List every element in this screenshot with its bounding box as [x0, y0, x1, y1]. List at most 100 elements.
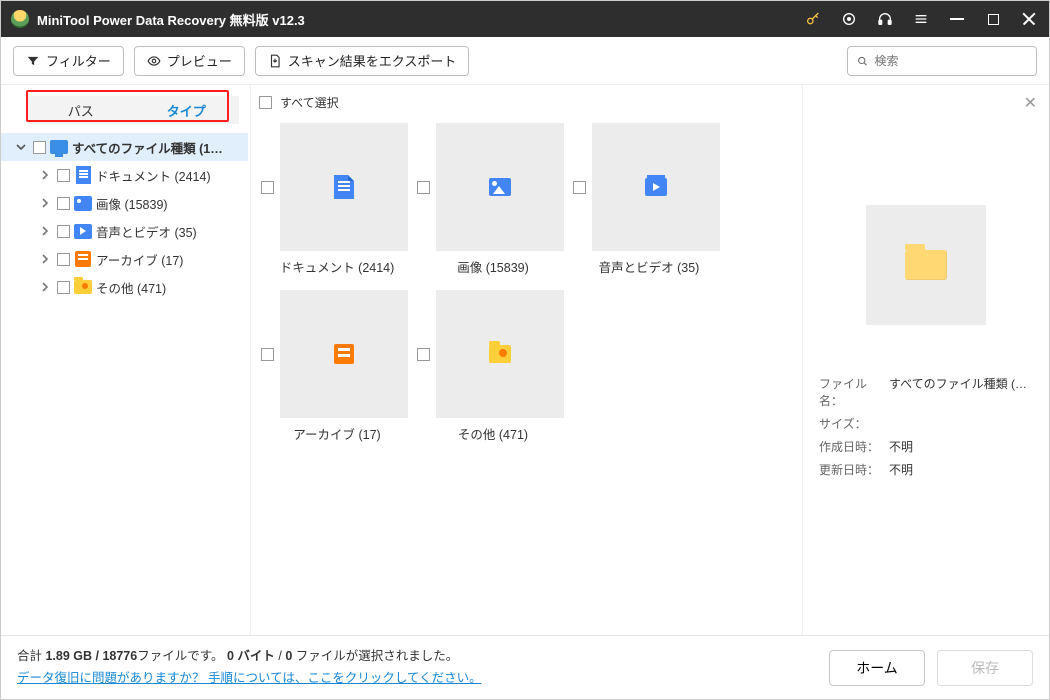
- chevron-right-icon[interactable]: [37, 282, 53, 292]
- tabs: パス タイプ: [27, 95, 240, 125]
- checkbox[interactable]: [57, 281, 70, 294]
- summary-line: 合計 1.89 GB / 18776ファイルです。 0 バイト / 0 ファイル…: [17, 646, 482, 667]
- app-title: MiniTool Power Data Recovery 無料版 v12.3: [37, 10, 305, 29]
- created-value: 不明: [889, 438, 913, 455]
- titlebar: MiniTool Power Data Recovery 無料版 v12.3: [1, 1, 1049, 37]
- tree-root[interactable]: すべてのファイル種類 (1…: [1, 133, 248, 161]
- key-icon[interactable]: [799, 1, 827, 37]
- archive-icon: [334, 344, 354, 364]
- help-link[interactable]: データ復旧に問題がありますか？ 手順については、ここをクリックしてください。: [17, 668, 482, 689]
- checkbox[interactable]: [417, 348, 430, 361]
- search-input[interactable]: [875, 54, 1029, 68]
- thumb: [280, 123, 408, 251]
- home-button[interactable]: ホーム: [829, 650, 925, 686]
- av-icon: [74, 224, 92, 239]
- updated-value: 不明: [889, 461, 913, 478]
- tab-path[interactable]: パス: [28, 96, 134, 124]
- folder-icon: [905, 250, 947, 280]
- select-all-label: すべて選択: [280, 94, 339, 111]
- search-icon: [856, 54, 869, 68]
- tab-type[interactable]: タイプ: [134, 96, 240, 124]
- chevron-right-icon[interactable]: [37, 226, 53, 236]
- preview-button[interactable]: プレビュー: [134, 46, 245, 76]
- preview-pane: ✕ ファイル名： すべてのファイル種類 (18776 サイズ： 作成日時： 不明…: [803, 85, 1049, 635]
- tree-item-documents[interactable]: ドキュメント (2414): [1, 161, 248, 189]
- av-icon: [645, 178, 667, 196]
- card-label: ドキュメント (2414): [261, 257, 413, 276]
- tree-root-label: すべてのファイル種類 (1…: [72, 138, 223, 157]
- select-all-checkbox[interactable]: [259, 96, 272, 109]
- chevron-right-icon[interactable]: [37, 170, 53, 180]
- search-box[interactable]: [847, 46, 1037, 76]
- monitor-icon: [50, 140, 68, 154]
- card-label: アーカイブ (17): [261, 424, 413, 443]
- sidebar: パス タイプ すべてのファイル種類 (1… ドキュメント (2414) 画像 (…: [1, 85, 251, 635]
- disc-icon[interactable]: [835, 1, 863, 37]
- document-icon: [76, 166, 91, 184]
- export-button[interactable]: スキャン結果をエクスポート: [255, 46, 470, 76]
- checkbox[interactable]: [573, 181, 586, 194]
- checkbox[interactable]: [57, 225, 70, 238]
- checkbox[interactable]: [57, 197, 70, 210]
- minimize-icon[interactable]: [943, 1, 971, 37]
- thumb: [436, 123, 564, 251]
- file-name-value: すべてのファイル種類 (18776: [889, 375, 1033, 409]
- checkbox[interactable]: [261, 181, 274, 194]
- checkbox[interactable]: [57, 253, 70, 266]
- archive-icon: [75, 251, 91, 267]
- checkbox[interactable]: [57, 169, 70, 182]
- image-icon: [74, 196, 92, 211]
- created-key: 作成日時：: [819, 438, 881, 455]
- thumb: [280, 290, 408, 418]
- document-icon: [334, 175, 354, 199]
- filter-label: フィルター: [46, 51, 111, 70]
- tree-item-label: ドキュメント (2414): [96, 166, 211, 185]
- grid-card-archives[interactable]: アーカイブ (17): [261, 290, 413, 443]
- tree: すべてのファイル種類 (1… ドキュメント (2414) 画像 (15839) …: [1, 129, 248, 301]
- tree-item-other[interactable]: その他 (471): [1, 273, 248, 301]
- toolbar: フィルター プレビュー スキャン結果をエクスポート: [1, 37, 1049, 85]
- size-key: サイズ：: [819, 415, 881, 432]
- main: すべて選択 ドキュメント (2414) 画像 (15839): [251, 85, 803, 635]
- grid-card-images[interactable]: 画像 (15839): [417, 123, 569, 276]
- other-icon: [74, 280, 92, 294]
- card-label: 画像 (15839): [417, 257, 569, 276]
- export-label: スキャン結果をエクスポート: [288, 51, 457, 70]
- preview-thumb: [866, 205, 986, 325]
- footer: 合計 1.89 GB / 18776ファイルです。 0 バイト / 0 ファイル…: [1, 635, 1049, 699]
- checkbox[interactable]: [33, 141, 46, 154]
- card-label: その他 (471): [417, 424, 569, 443]
- tree-item-images[interactable]: 画像 (15839): [1, 189, 248, 217]
- checkbox[interactable]: [417, 181, 430, 194]
- tree-item-label: その他 (471): [96, 278, 166, 297]
- app-logo-icon: [11, 10, 29, 28]
- checkbox[interactable]: [261, 348, 274, 361]
- preview-table: ファイル名： すべてのファイル種類 (18776 サイズ： 作成日時： 不明 更…: [819, 375, 1033, 478]
- image-icon: [489, 178, 511, 196]
- tree-item-label: 画像 (15839): [96, 194, 168, 213]
- updated-key: 更新日時：: [819, 461, 881, 478]
- chevron-down-icon[interactable]: [13, 142, 29, 152]
- close-preview-icon[interactable]: ✕: [1024, 93, 1037, 113]
- grid-card-audio-video[interactable]: 音声とビデオ (35): [573, 123, 725, 276]
- chevron-right-icon[interactable]: [37, 198, 53, 208]
- tree-item-audio-video[interactable]: 音声とビデオ (35): [1, 217, 248, 245]
- tree-item-label: 音声とビデオ (35): [96, 222, 197, 241]
- grid-card-other[interactable]: その他 (471): [417, 290, 569, 443]
- preview-label: プレビュー: [167, 51, 232, 70]
- close-icon[interactable]: [1015, 1, 1043, 37]
- file-name-key: ファイル名：: [819, 375, 881, 409]
- tree-item-label: アーカイブ (17): [96, 250, 183, 269]
- thumb: [592, 123, 720, 251]
- tree-item-archives[interactable]: アーカイブ (17): [1, 245, 248, 273]
- chevron-right-icon[interactable]: [37, 254, 53, 264]
- filter-button[interactable]: フィルター: [13, 46, 124, 76]
- other-icon: [489, 345, 511, 363]
- headphones-icon[interactable]: [871, 1, 899, 37]
- thumb: [436, 290, 564, 418]
- save-button[interactable]: 保存: [937, 650, 1033, 686]
- card-label: 音声とビデオ (35): [573, 257, 725, 276]
- maximize-icon[interactable]: [979, 1, 1007, 37]
- grid-card-documents[interactable]: ドキュメント (2414): [261, 123, 413, 276]
- menu-icon[interactable]: [907, 1, 935, 37]
